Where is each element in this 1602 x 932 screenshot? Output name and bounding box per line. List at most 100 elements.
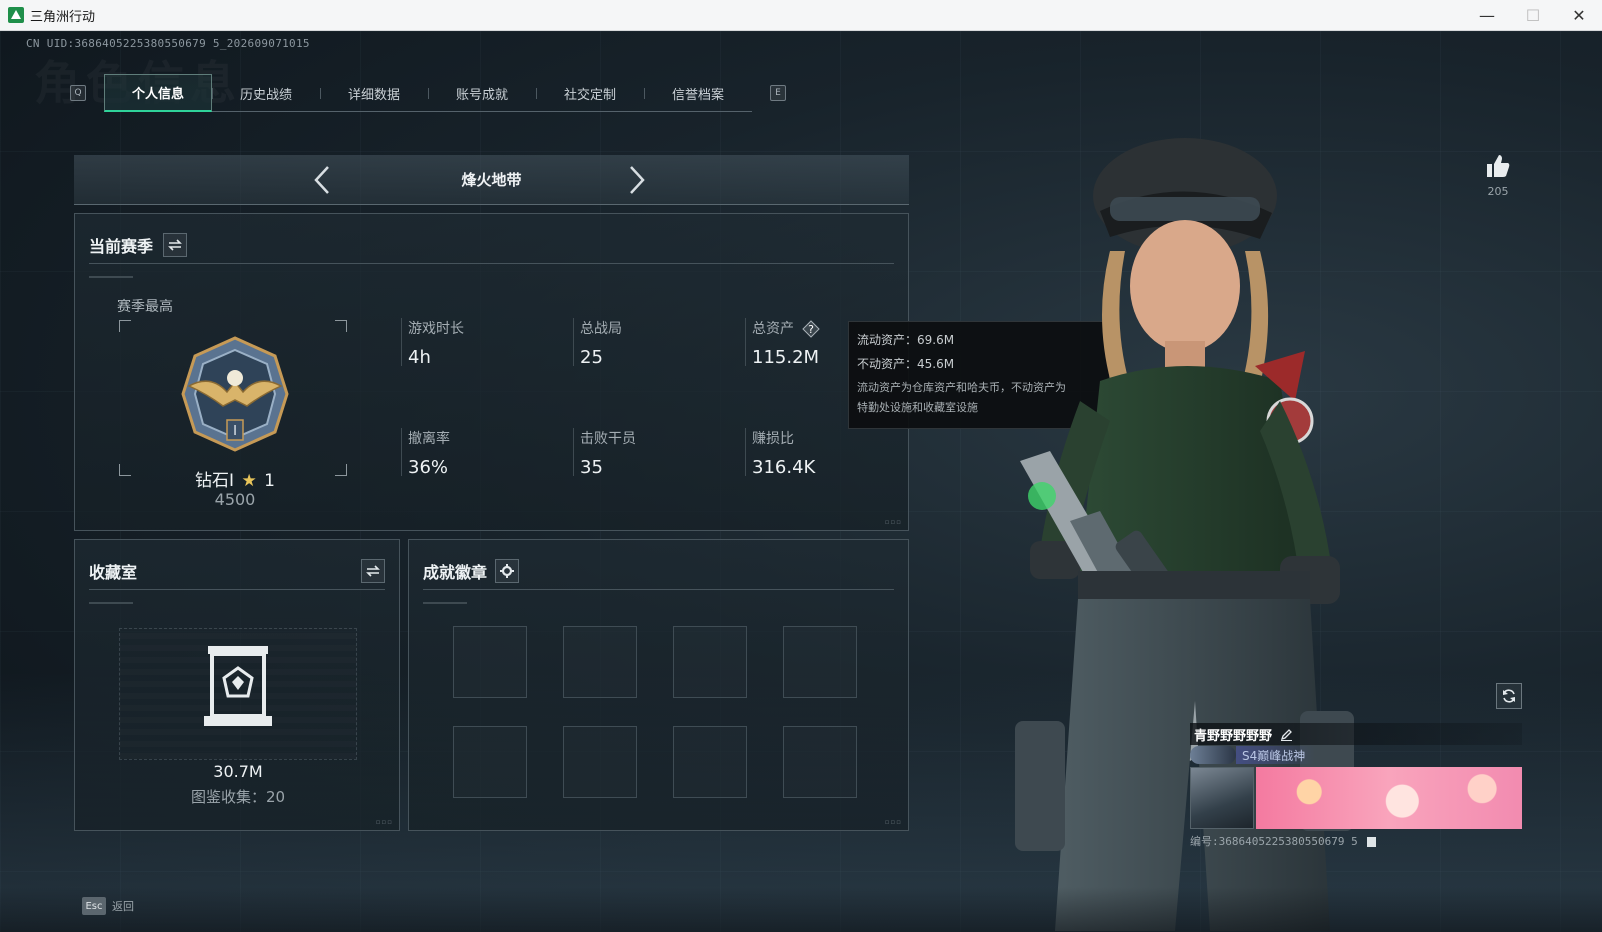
tab-personal-info[interactable]: 个人信息 — [104, 74, 212, 112]
stat-value: 115.2M — [752, 347, 820, 368]
game-viewport: 角色信息 CN UID:3686405225380550679 5_202609… — [0, 31, 1602, 932]
badge-slot[interactable] — [453, 626, 527, 698]
stat-value: 36% — [408, 457, 449, 478]
season-panel-header: 当前赛季 — [89, 226, 894, 264]
help-icon[interactable]: ? — [802, 320, 821, 338]
collection-swap-button[interactable] — [361, 558, 385, 583]
badge-slot[interactable] — [563, 626, 637, 698]
refresh-button[interactable] — [1496, 683, 1522, 709]
badge-slot[interactable] — [673, 726, 747, 798]
stat-value: 4h — [408, 347, 431, 368]
panel-corner-dots: ▫▫▫ — [884, 818, 902, 826]
refresh-icon — [1503, 689, 1515, 703]
tab-achievements[interactable]: 账号成就 — [428, 74, 536, 112]
player-title-row: S4巅峰战神 — [1190, 745, 1522, 765]
swap-icon — [366, 564, 380, 577]
chevron-left-icon — [314, 166, 329, 194]
rank-tier: 钻石Ⅰ — [195, 471, 235, 491]
copy-icon[interactable] — [1367, 837, 1377, 847]
window-controls: — ☐ ✕ — [1464, 0, 1602, 30]
season-panel-title: 当前赛季 — [89, 236, 154, 256]
achievement-settings-button[interactable] — [495, 558, 520, 583]
collection-panel-title: 收藏室 — [89, 562, 138, 582]
stat-value: 316.4K — [752, 457, 816, 478]
collection-header-underline — [89, 602, 133, 604]
chevron-right-icon — [630, 166, 645, 194]
gear-icon — [500, 563, 515, 578]
prev-tab-key-hint[interactable]: Q — [70, 85, 86, 101]
collection-panel-header: 收藏室 — [89, 552, 385, 590]
avatar[interactable] — [1190, 767, 1254, 829]
stat-total-assets: 总资产 ? 115.2M — [745, 318, 821, 368]
current-season-panel: 当前赛季 赛季最高 I 钻石Ⅰ ★ 1 4500 游戏时长 4h 总战局 25 … — [74, 213, 909, 531]
panel-corner-dots: ▫▫▫ — [884, 518, 902, 526]
rank-score: 4500 — [214, 490, 256, 509]
badge-slot[interactable] — [563, 726, 637, 798]
player-profile-card: 青野野野野野 S4巅峰战神 编号:3686405225380550679 5 — [1190, 723, 1522, 857]
tab-detailed-data[interactable]: 详细数据 — [320, 74, 428, 112]
back-label: 返回 — [112, 900, 134, 913]
tab-social[interactable]: 社交定制 — [536, 74, 644, 112]
tab-list: 个人信息 历史战绩 详细数据 账号成就 社交定制 信誉档案 — [104, 74, 752, 112]
diamond-rank-badge-icon: I — [181, 336, 289, 452]
collection-room-panel: 收藏室 30.7M 图鉴收集：20 ▫▫▫ — [74, 539, 400, 831]
stat-total-matches: 总战局 25 — [573, 318, 622, 368]
svg-text:I: I — [233, 424, 237, 439]
panel-corner-dots: ▫▫▫ — [375, 818, 393, 826]
stat-label: 赚损比 — [752, 431, 794, 447]
achievement-panel-title: 成就徽章 — [423, 562, 488, 582]
stat-label-text: 总资产 — [752, 321, 794, 337]
window-titlebar: 三角洲行动 — ☐ ✕ — [0, 0, 1602, 31]
stat-extraction-rate: 撤离率 36% — [401, 428, 450, 478]
thumbs-up-icon — [1487, 155, 1510, 177]
badge-slot[interactable] — [783, 726, 857, 798]
svg-text:?: ? — [809, 323, 815, 336]
stat-operators-defeated: 击败干员 35 — [573, 428, 636, 478]
uid-line: CN UID:3686405225380550679 5_20260907101… — [26, 37, 310, 50]
tab-history[interactable]: 历史战绩 — [212, 74, 320, 112]
achievement-panel-header: 成就徽章 — [423, 552, 894, 590]
window-title: 三角洲行动 — [30, 9, 96, 25]
badge-slot[interactable] — [673, 626, 747, 698]
mode-next-button[interactable] — [622, 165, 652, 195]
close-button[interactable]: ✕ — [1556, 0, 1602, 30]
name-card-banner[interactable] — [1256, 767, 1522, 829]
mode-selector: 烽火地带 — [74, 155, 909, 205]
mode-prev-button[interactable] — [307, 165, 337, 195]
achievement-header-underline — [423, 602, 467, 604]
stat-label: 撤离率 — [408, 431, 450, 447]
like-widget[interactable]: 205 — [1476, 153, 1520, 198]
stat-label: 总战局 — [580, 321, 622, 337]
stat-profit-loss-ratio: 赚损比 316.4K — [745, 428, 816, 478]
nickname-row: 青野野野野野 — [1190, 723, 1522, 745]
rank-star-icon: ★ — [241, 471, 257, 491]
esc-key[interactable]: Esc — [82, 897, 106, 915]
stat-play-time: 游戏时长 4h — [401, 318, 464, 368]
next-tab-key-hint[interactable]: E — [770, 85, 786, 101]
vault-display-case-icon — [204, 646, 272, 726]
stat-value: 25 — [580, 347, 603, 368]
tab-reputation[interactable]: 信誉档案 — [644, 74, 752, 112]
player-uid-text: 编号:3686405225380550679 5 — [1190, 835, 1358, 848]
collection-value: 30.7M — [213, 762, 263, 781]
rank-star-count: 1 — [264, 471, 275, 491]
season-best-label: 赛季最高 — [117, 299, 173, 315]
back-hint[interactable]: Esc 返回 — [82, 897, 134, 915]
badge-slot[interactable] — [453, 726, 527, 798]
app-logo-icon — [8, 7, 24, 23]
badge-slot[interactable] — [783, 626, 857, 698]
stat-label: 击败干员 — [580, 431, 636, 447]
stat-label: 总资产 ? — [752, 318, 821, 338]
season-swap-button[interactable] — [163, 232, 188, 257]
achievement-badges-panel: 成就徽章 ▫▫▫ — [408, 539, 909, 831]
minimize-button[interactable]: — — [1464, 0, 1510, 30]
stat-value: 35 — [580, 457, 603, 478]
maximize-button[interactable]: ☐ — [1510, 0, 1556, 30]
bottom-bar — [0, 887, 1602, 932]
pencil-icon[interactable] — [1280, 728, 1293, 741]
player-nickname: 青野野野野野 — [1194, 728, 1273, 744]
tab-bar: Q 个人信息 历史战绩 详细数据 账号成就 社交定制 信誉档案 E — [70, 74, 786, 112]
mode-title: 烽火地带 — [461, 171, 522, 189]
season-header-underline — [89, 276, 133, 278]
player-uid: 编号:3686405225380550679 5 — [1190, 833, 1377, 849]
